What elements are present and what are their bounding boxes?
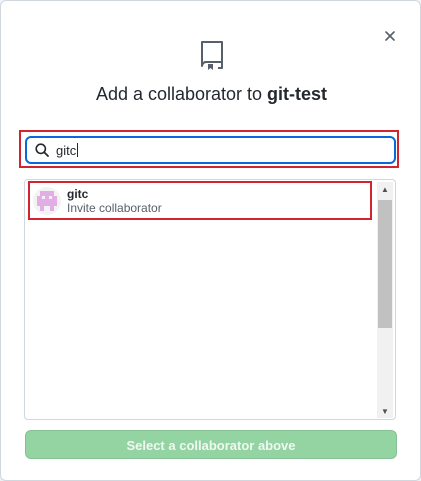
search-input[interactable]: gitc xyxy=(56,143,76,158)
search-icon xyxy=(34,142,50,158)
dialog-title: Add a collaborator to git-test xyxy=(1,84,421,105)
repo-icon xyxy=(199,40,225,70)
repo-name: git-test xyxy=(267,84,328,104)
search-input-wrap[interactable]: gitc xyxy=(50,143,79,158)
result-subtitle: Invite collaborator xyxy=(67,201,162,215)
results-scrollbar[interactable]: ▲ ▼ xyxy=(377,182,393,418)
close-button[interactable] xyxy=(381,27,399,45)
scroll-up-arrow-icon[interactable]: ▲ xyxy=(377,182,393,196)
scroll-thumb[interactable] xyxy=(378,200,392,328)
search-result-item[interactable]: gitc Invite collaborator xyxy=(30,184,370,218)
close-icon xyxy=(385,31,395,41)
text-caret xyxy=(77,143,79,157)
result-username: gitc xyxy=(67,187,89,201)
dialog-title-prefix: Add a collaborator to xyxy=(95,84,268,104)
select-collaborator-button[interactable]: Select a collaborator above xyxy=(25,430,397,459)
scroll-down-arrow-icon[interactable]: ▼ xyxy=(377,404,393,418)
search-input-field[interactable]: gitc xyxy=(25,136,396,164)
user-avatar xyxy=(33,187,61,215)
result-text: gitc Invite collaborator xyxy=(67,187,162,215)
